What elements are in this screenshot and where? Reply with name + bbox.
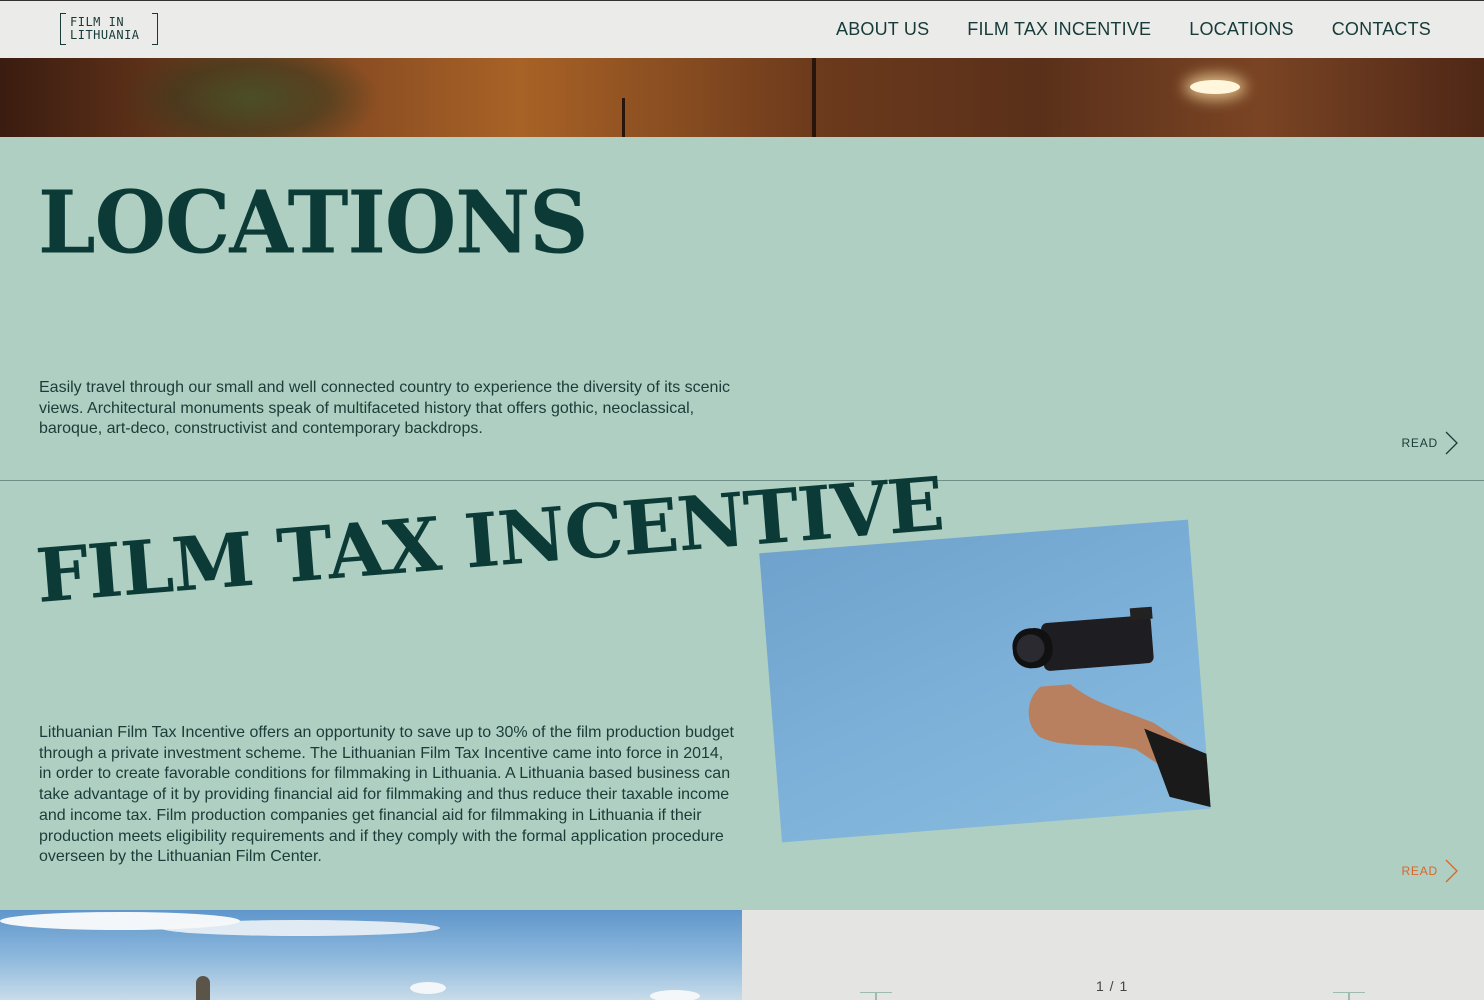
- main-nav: ABOUT US FILM TAX INCENTIVE LOCATIONS CO…: [836, 19, 1431, 40]
- chevron-right-icon: [1445, 859, 1458, 883]
- cloud: [410, 982, 446, 994]
- slider-pager: 1 / 1: [1096, 978, 1129, 994]
- logo-line-2: LITHUANIA: [70, 28, 140, 42]
- locations-read-link[interactable]: READ: [1401, 431, 1458, 455]
- cloud: [160, 920, 440, 936]
- hero-beam: [622, 98, 625, 137]
- tax-incentive-read-link[interactable]: READ: [1401, 859, 1458, 883]
- city-photo: [0, 910, 742, 1000]
- nav-locations[interactable]: LOCATIONS: [1189, 19, 1293, 40]
- hand-illustration: [1028, 684, 1211, 813]
- tax-incentive-section: FILM TAX INCENTIVE Lithuanian Film Tax I…: [0, 461, 1484, 910]
- hero-beam: [812, 58, 816, 137]
- slider-prev-marker[interactable]: [860, 992, 892, 1000]
- locations-description: Easily travel through our small and well…: [39, 379, 731, 438]
- nav-contacts[interactable]: CONTACTS: [1332, 19, 1431, 40]
- read-label: READ: [1401, 864, 1438, 878]
- locations-section: LOCATIONS Easily travel through our smal…: [0, 137, 1484, 481]
- site-logo[interactable]: FILM IN LITHUANIA: [60, 13, 158, 47]
- camera-photo: [759, 519, 1211, 843]
- hero-plant: [120, 58, 380, 137]
- slider-panel: 1 / 1: [742, 910, 1484, 1000]
- hero-image-strip: [0, 58, 1484, 137]
- logo-bracket-left: [60, 13, 66, 45]
- locations-title: LOCATIONS: [38, 172, 588, 274]
- church-spire: [196, 976, 210, 1000]
- site-header: FILM IN LITHUANIA ABOUT US FILM TAX INCE…: [0, 0, 1484, 58]
- cloud: [650, 990, 700, 1000]
- hero-lamp: [1190, 80, 1240, 94]
- chevron-right-icon: [1445, 431, 1458, 455]
- logo-bracket-right: [152, 13, 158, 45]
- read-label: READ: [1401, 436, 1438, 450]
- nav-about-us[interactable]: ABOUT US: [836, 19, 929, 40]
- tax-incentive-description: Lithuanian Film Tax Incentive offers an …: [39, 724, 734, 866]
- nav-film-tax-incentive[interactable]: FILM TAX INCENTIVE: [967, 19, 1151, 40]
- slider-next-marker[interactable]: [1333, 992, 1365, 1000]
